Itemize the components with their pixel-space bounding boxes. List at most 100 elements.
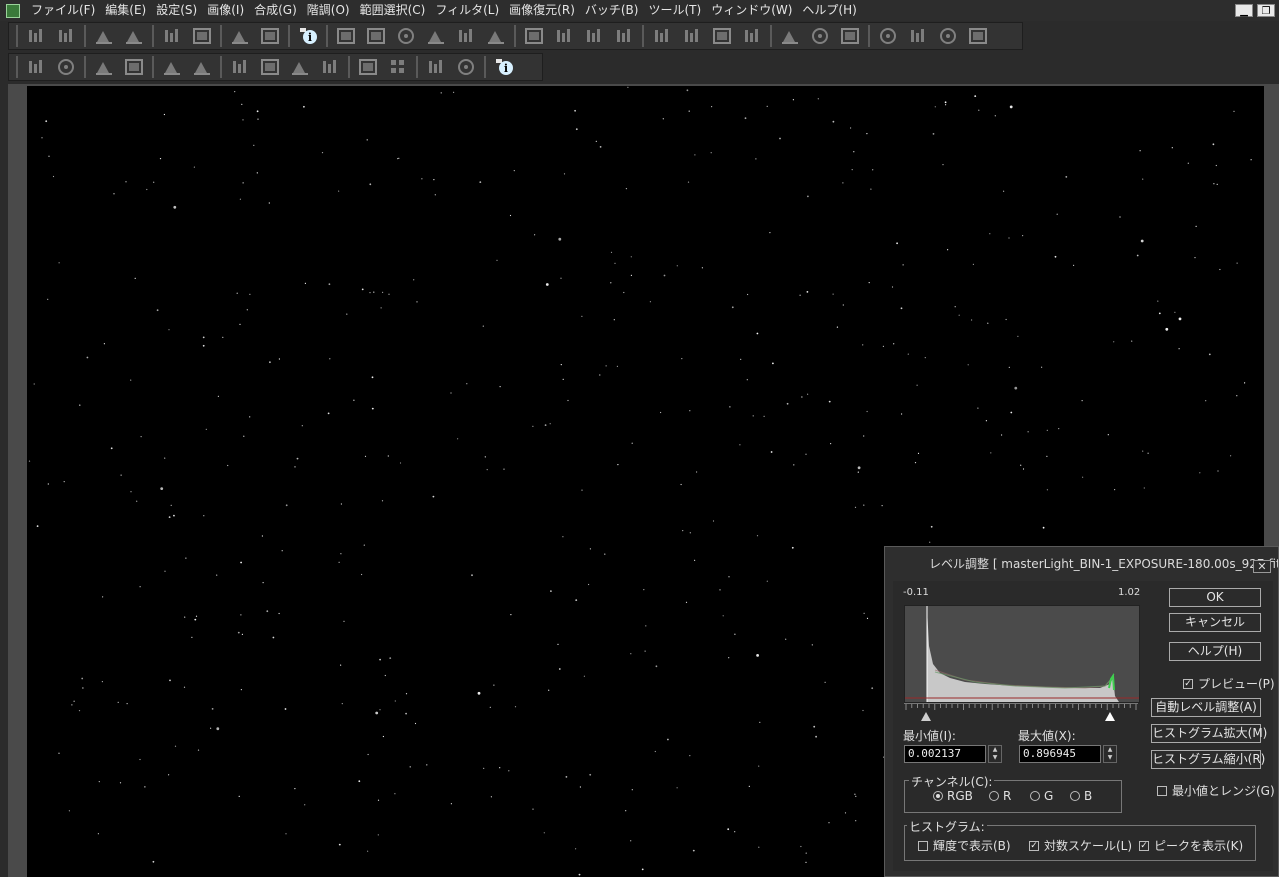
star (548, 689, 550, 691)
star-icon[interactable] (612, 25, 636, 47)
frame-icon[interactable] (122, 56, 146, 78)
export-icon[interactable] (122, 25, 146, 47)
select-icon[interactable] (778, 25, 802, 47)
menu-tools[interactable]: ツール(T) (643, 0, 706, 21)
auto-level-button[interactable]: 自動レベル調整(A) (1151, 698, 1261, 717)
compare-icon[interactable] (454, 56, 478, 78)
menu-filter[interactable]: フィルタ(L) (430, 0, 504, 21)
copy-icon[interactable] (160, 25, 184, 47)
menu-restore[interactable]: 画像復元(R) (504, 0, 580, 21)
dialog-title[interactable]: レベル調整 [ masterLight_BIN-1_EXPOSURE-180.0… (885, 547, 1278, 581)
gear-icon[interactable] (454, 25, 478, 47)
stack-icon[interactable] (334, 25, 358, 47)
adjust-icon[interactable] (92, 25, 116, 47)
luminance-checkbox[interactable]: 輝度で表示(B) (918, 837, 1011, 854)
resize-icon[interactable] (92, 56, 116, 78)
histogram-zoom-out-button[interactable]: ヒストグラム縮小(R) (1151, 750, 1265, 769)
close-button[interactable]: ✕ (1253, 560, 1271, 573)
select2-icon[interactable] (808, 25, 832, 47)
disc-icon[interactable] (740, 25, 764, 47)
import-icon[interactable] (228, 25, 252, 47)
flip-h-icon[interactable] (160, 56, 184, 78)
level-slider-track[interactable] (904, 703, 1138, 712)
histogram-zoom-in-button[interactable]: ヒストグラム拡大(M) (1151, 724, 1267, 743)
dots-icon[interactable] (906, 25, 930, 47)
star (595, 140, 597, 142)
max-value-input[interactable]: 0.896945 (1019, 745, 1101, 763)
restore-button[interactable]: ❐ (1257, 4, 1275, 17)
menu-image[interactable]: 画像(I) (202, 0, 249, 21)
star (1147, 452, 1149, 454)
menu-file[interactable]: ファイル(F) (26, 0, 100, 21)
menu-tone[interactable]: 階調(O) (302, 0, 355, 21)
circle-icon[interactable] (484, 25, 508, 47)
minimize-button[interactable]: ▁ (1235, 4, 1253, 17)
min-value-spinner[interactable]: ▲ ▼ (988, 745, 1002, 763)
open-icon[interactable] (24, 25, 48, 47)
info2-icon[interactable]: i (492, 56, 516, 78)
min-level-handle[interactable] (921, 712, 931, 721)
help-button[interactable]: ヘルプ(H) (1169, 642, 1261, 661)
pointer-icon[interactable] (876, 25, 900, 47)
star (45, 120, 48, 123)
menu-batch[interactable]: バッチ(B) (580, 0, 644, 21)
menu-window[interactable]: ウィンドウ(W) (706, 0, 797, 21)
log-scale-checkbox[interactable]: ✓ 対数スケール(L) (1029, 837, 1132, 854)
preview-checkbox[interactable]: ✓ プレビュー(P) (1183, 675, 1275, 692)
channel-radio-g[interactable]: G (1030, 789, 1053, 803)
min-and-range-checkbox[interactable]: 最小値とレンジ(G) (1157, 782, 1275, 799)
min-value-input[interactable]: 0.002137 (904, 745, 986, 763)
star (340, 553, 342, 555)
split-icon[interactable] (356, 56, 380, 78)
max-level-handle[interactable] (1105, 712, 1115, 721)
magic-icon[interactable] (966, 25, 990, 47)
star (676, 787, 678, 789)
ok-button[interactable]: OK (1169, 588, 1261, 607)
histogram-icon[interactable] (424, 56, 448, 78)
batch-icon[interactable] (522, 25, 546, 47)
channel-radio-rgb[interactable]: RGB (933, 789, 973, 803)
flip-v-icon[interactable] (190, 56, 214, 78)
levels-icon[interactable] (424, 25, 448, 47)
rotate-icon[interactable] (288, 56, 312, 78)
menu-composite[interactable]: 合成(G) (249, 0, 302, 21)
cancel-button[interactable]: キャンセル (1169, 613, 1261, 632)
star (191, 636, 193, 639)
film-icon[interactable] (650, 25, 674, 47)
star (942, 164, 944, 166)
rotate-ccw-icon[interactable] (258, 56, 282, 78)
image-icon[interactable] (258, 25, 282, 47)
transform-icon[interactable] (318, 56, 342, 78)
star (579, 786, 582, 788)
max-value-spinner[interactable]: ▲ ▼ (1103, 745, 1117, 763)
channel-radio-r[interactable]: R (989, 789, 1011, 803)
star (241, 103, 243, 105)
gradient-icon[interactable] (386, 56, 410, 78)
noise-icon[interactable] (364, 25, 388, 47)
info-icon[interactable]: i (296, 25, 320, 47)
grid-icon[interactable] (552, 25, 576, 47)
panel-icon[interactable] (710, 25, 734, 47)
window-controls: ▁ ❐ (1235, 4, 1275, 17)
star (397, 158, 399, 160)
sharpen-icon[interactable] (394, 25, 418, 47)
crop-icon[interactable] (24, 56, 48, 78)
menu-edit[interactable]: 編集(E) (100, 0, 151, 21)
menu-selection[interactable]: 範囲選択(C) (355, 0, 431, 21)
bars-icon[interactable] (680, 25, 704, 47)
star (871, 687, 874, 690)
channel-radio-b[interactable]: B (1070, 789, 1092, 803)
menu-settings[interactable]: 設定(S) (151, 0, 202, 21)
save-icon[interactable] (54, 25, 78, 47)
disk-icon[interactable] (582, 25, 606, 47)
binning-icon[interactable] (54, 56, 78, 78)
star (369, 292, 371, 294)
paint-icon[interactable] (190, 25, 214, 47)
menu-help[interactable]: ヘルプ(H) (797, 0, 861, 21)
show-peak-checkbox[interactable]: ✓ ピークを表示(K) (1139, 837, 1243, 854)
stars-select-icon[interactable] (936, 25, 960, 47)
app-icon[interactable] (6, 3, 20, 18)
rotate-cw-icon[interactable] (228, 56, 252, 78)
curve-icon[interactable] (838, 25, 862, 47)
star (655, 665, 658, 668)
